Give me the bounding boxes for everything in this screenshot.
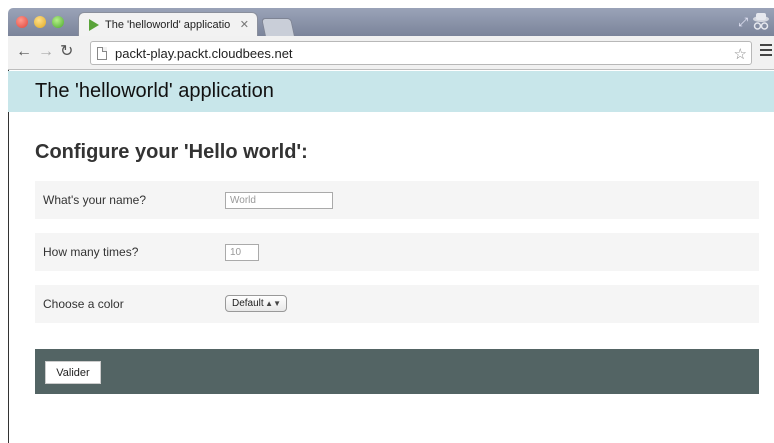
form-actions-bar: Valider [35, 349, 759, 394]
close-icon[interactable]: ✕ [240, 18, 249, 31]
browser-tab-active[interactable]: The 'helloworld' applicatio ✕ [78, 12, 258, 36]
name-label: What's your name? [43, 193, 147, 207]
forward-arrow-icon[interactable]: → [38, 43, 54, 61]
window-edge [8, 70, 9, 443]
app-header: The 'helloworld' application [8, 71, 774, 112]
page-title: Configure your 'Hello world': [35, 141, 308, 163]
zoom-window-button[interactable] [52, 16, 64, 28]
browser-toolbar: ← → ↻ packt-play.packt.cloudbees.net ☆ [8, 36, 774, 70]
new-tab-button[interactable] [261, 18, 295, 36]
tab-title: The 'helloworld' applicatio [105, 18, 231, 31]
select-arrows-icon: ▲▼ [265, 299, 281, 308]
bookmark-star-icon[interactable]: ☆ [734, 45, 747, 63]
page-icon [97, 46, 107, 60]
reload-icon[interactable]: ↻ [60, 43, 73, 61]
incognito-icon [753, 13, 769, 30]
color-select[interactable]: Default ▲▼ [225, 295, 287, 312]
close-window-button[interactable] [16, 16, 28, 28]
minimize-window-button[interactable] [34, 16, 46, 28]
times-row: How many times? [35, 233, 759, 271]
address-url[interactable]: packt-play.packt.cloudbees.net [115, 46, 293, 61]
browser-title-bar: The 'helloworld' applicatio ✕ ⤢ [8, 8, 774, 36]
address-bar[interactable]: packt-play.packt.cloudbees.net ☆ [90, 41, 752, 65]
back-arrow-icon[interactable]: ← [16, 43, 32, 61]
fullscreen-icon[interactable]: ⤢ [738, 15, 748, 30]
times-input[interactable] [225, 244, 259, 261]
name-row: What's your name? [35, 181, 759, 219]
submit-button[interactable]: Valider [45, 361, 101, 384]
menu-icon[interactable] [760, 44, 772, 59]
times-label: How many times? [43, 245, 139, 259]
color-label: Choose a color [43, 297, 124, 311]
color-select-value: Default [232, 298, 264, 309]
play-icon [89, 18, 99, 31]
app-title: The 'helloworld' application [35, 80, 274, 102]
color-row: Choose a color Default ▲▼ [35, 285, 759, 323]
name-input[interactable] [225, 192, 333, 209]
